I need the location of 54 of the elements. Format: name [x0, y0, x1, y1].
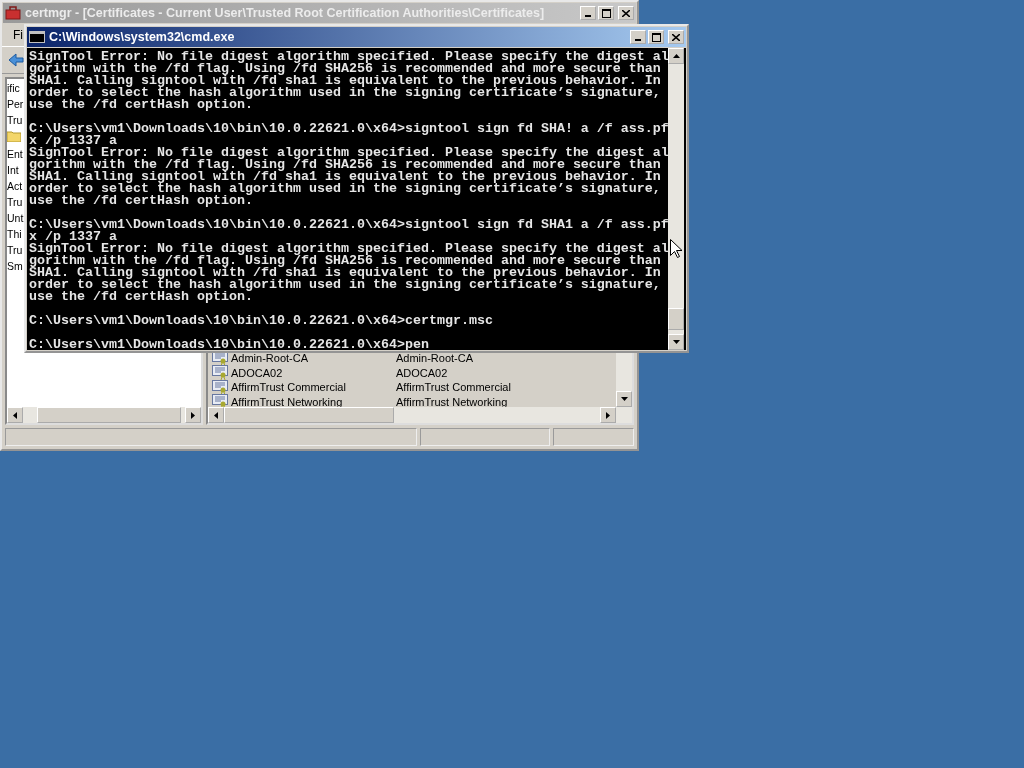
- tree-item[interactable]: Int: [7, 162, 19, 178]
- tree-item[interactable]: Sm: [7, 258, 23, 274]
- down-arrow-icon: [620, 397, 628, 401]
- back-arrow-icon[interactable]: [8, 53, 24, 67]
- minimize-button[interactable]: [630, 30, 646, 44]
- menu-item[interactable]: Fi: [10, 28, 26, 42]
- tree-item[interactable]: ific: [7, 80, 20, 96]
- tree-item[interactable]: Tru: [7, 242, 23, 258]
- scroll-left-button[interactable]: [208, 407, 224, 423]
- right-arrow-icon: [606, 411, 610, 419]
- maximize-icon: [601, 8, 611, 18]
- down-arrow-icon: [672, 340, 680, 344]
- maximize-icon: [651, 32, 661, 42]
- maximize-button[interactable]: [598, 6, 614, 20]
- tree-item[interactable]: Thi: [7, 226, 22, 242]
- close-icon: [622, 9, 630, 17]
- left-arrow-icon: [13, 411, 17, 419]
- scroll-left-button[interactable]: [7, 407, 23, 423]
- scroll-thumb[interactable]: [668, 308, 684, 330]
- scroll-thumb[interactable]: [224, 407, 394, 423]
- certificate-name[interactable]: ADOCA02: [231, 366, 283, 379]
- maximize-button[interactable]: [648, 30, 664, 44]
- tree-item[interactable]: Unt: [7, 210, 24, 226]
- scroll-up-button[interactable]: [668, 48, 684, 64]
- issuer-cell: AffirmTrust Commercial: [396, 381, 511, 394]
- tree-item[interactable]: Act: [7, 178, 23, 194]
- up-arrow-icon: [672, 54, 680, 58]
- close-icon: [672, 33, 680, 41]
- close-button[interactable]: [618, 6, 634, 20]
- certificate-icon: [212, 365, 228, 381]
- tree-item[interactable]: Ent: [7, 146, 23, 162]
- scroll-right-button[interactable]: [185, 407, 201, 423]
- mouse-pointer-icon: [670, 239, 682, 258]
- certificate-name[interactable]: Admin-Root-CA: [231, 352, 309, 365]
- close-button[interactable]: [668, 30, 684, 44]
- tree-item[interactable]: Tru: [7, 194, 23, 210]
- folder-icon: [7, 130, 21, 142]
- tree-item[interactable]: Per: [7, 96, 24, 112]
- certificate-icon: [212, 379, 228, 395]
- console-output: SignTool Error: No file digest algorithm specified. Please specify the digest al gorithm with the /fd flag. Using /fd SHA256 is recommended and more secure than SHA1. Calling signtool with /fd sha1 is equivalent to the previous behavior. In order to select the hash algorithm used in the signing certificate’s signature, use the /fd certHash option. C:\Users\vm1\Downloads\10\bin\10.0.22621.0\x64>signtool sign fd SHA! a /f ass.pf x /p 1337 a SignTool Error: No file digest algorithm specified. Please specify the digest al gorithm with the /fd flag. Using /fd SHA256 is recommended and more secure than SHA1. Calling signtool with /fd sha1 is equivalent to the previous behavior. In order to select the hash algorithm used in the signing certificate’s signature, use the /fd certHash option. C:\Users\vm1\Downloads\10\bin\10.0.22621.0\x64>signtool sign fd SHA1 a /f ass.pf x /p 1337 a SignTool Error: No file digest algorithm specified. Please specify the digest al gorithm with the /fd flag. Using /fd SHA256 is recommended and more secure than SHA1. Calling signtool with /fd sha1 is equivalent to the previous behavior. In order to select the hash algorithm used in the signing certificate’s signature, use the /fd certHash option. C:\Users\vm1\Downloads\10\bin\10.0.22621.0\x64>certmgr.msc C:\Users\vm1\Downloads\10\bin\10.0.22621.0\x64>pen: [28, 48, 668, 350]
- scroll-down-button[interactable]: [616, 391, 632, 407]
- certificate-name[interactable]: AffirmTrust Commercial: [231, 381, 346, 394]
- issuer-cell: Admin-Root-CA: [396, 352, 474, 365]
- tree-item[interactable]: Tru: [7, 112, 23, 128]
- scroll-thumb[interactable]: [37, 407, 181, 423]
- minimize-button[interactable]: [580, 6, 596, 20]
- window-title: C:\Windows\system32\cmd.exe: [49, 30, 236, 44]
- console-icon: [29, 31, 45, 43]
- scroll-down-button[interactable]: [668, 334, 684, 350]
- toolbox-icon: [5, 6, 21, 20]
- issuer-cell: ADOCA02: [396, 366, 448, 379]
- right-arrow-icon: [191, 411, 195, 419]
- scroll-right-button[interactable]: [600, 407, 616, 423]
- left-arrow-icon: [214, 411, 218, 419]
